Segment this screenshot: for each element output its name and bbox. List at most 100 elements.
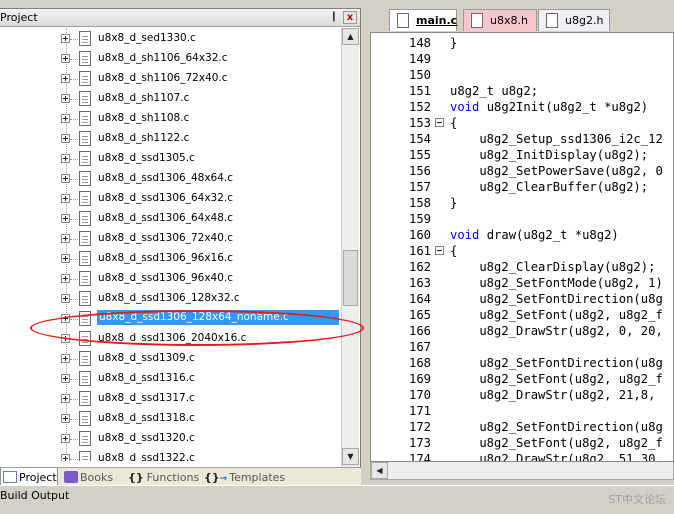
- tree-item[interactable]: u8x8_d_ssd1309.c: [0, 349, 339, 369]
- tree-item[interactable]: u8x8_d_ssd1306_72x40.c: [0, 229, 339, 249]
- tab-main-c[interactable]: main.c: [389, 9, 457, 31]
- expand-icon[interactable]: [61, 274, 70, 283]
- tree-connector: [70, 299, 78, 300]
- line-number: 171: [408, 404, 431, 418]
- tree-item[interactable]: u8x8_d_ssd1322.c: [0, 449, 339, 461]
- code-line: 159: [371, 211, 673, 227]
- tree-item[interactable]: u8x8_d_ssd1305.c: [0, 149, 339, 169]
- expand-icon[interactable]: [61, 434, 70, 443]
- scroll-down-button[interactable]: ▼: [342, 448, 359, 465]
- fold-toggle-icon[interactable]: [435, 246, 444, 255]
- expand-icon[interactable]: [61, 234, 70, 243]
- tree-item[interactable]: u8x8_d_sh1108.c: [0, 109, 339, 129]
- expand-icon[interactable]: [61, 114, 70, 123]
- tab-u8g2-h-label: u8g2.h: [565, 14, 604, 27]
- expand-icon[interactable]: [61, 54, 70, 63]
- line-number: 168: [408, 356, 431, 370]
- expand-icon[interactable]: [61, 374, 70, 383]
- tree-connector: [70, 359, 78, 360]
- tree-item[interactable]: u8x8_d_ssd1306_64x48.c: [0, 209, 339, 229]
- c-file-icon: [79, 371, 91, 386]
- tree-item[interactable]: u8x8_d_ssd1306_96x40.c: [0, 269, 339, 289]
- code-text: {: [450, 116, 458, 130]
- expand-icon[interactable]: [61, 154, 70, 163]
- expand-icon[interactable]: [61, 254, 70, 263]
- tree-item[interactable]: u8x8_d_sh1106_72x40.c: [0, 69, 339, 89]
- pin-icon[interactable]: ❙: [330, 11, 338, 22]
- line-number: 172: [408, 420, 431, 434]
- tree-item[interactable]: u8x8_d_sh1122.c: [0, 129, 339, 149]
- tree-item[interactable]: u8x8_d_ssd1306_128x32.c: [0, 289, 339, 309]
- tree-item[interactable]: u8x8_d_ssd1320.c: [0, 429, 339, 449]
- tree-item[interactable]: u8x8_d_sh1107.c: [0, 89, 339, 109]
- tree-item[interactable]: u8x8_d_ssd1318.c: [0, 409, 339, 429]
- code-text: u8g2_SetFontDirection(u8g: [450, 420, 663, 434]
- expand-icon[interactable]: [61, 174, 70, 183]
- build-output-title: Build Output: [0, 489, 70, 502]
- scroll-thumb[interactable]: [343, 250, 358, 306]
- expand-icon[interactable]: [61, 394, 70, 403]
- tab-u8g2-h[interactable]: u8g2.h: [538, 9, 610, 31]
- tree-connector: [70, 199, 78, 200]
- tree-item[interactable]: u8x8_d_ssd1317.c: [0, 389, 339, 409]
- expand-icon[interactable]: [61, 134, 70, 143]
- code-text: }: [450, 36, 458, 50]
- line-number: 169: [408, 372, 431, 386]
- line-number: 153: [408, 116, 431, 130]
- c-file-icon: [79, 171, 91, 186]
- c-file-icon: [79, 451, 91, 461]
- line-number: 174: [408, 452, 431, 462]
- tree-connector: [70, 279, 78, 280]
- line-number: 158: [408, 196, 431, 210]
- expand-icon[interactable]: [61, 94, 70, 103]
- tab-u8x8-h-label: u8x8.h: [490, 14, 528, 27]
- tree-connector: [70, 59, 78, 60]
- line-number: 150: [408, 68, 431, 82]
- expand-icon[interactable]: [61, 354, 70, 363]
- fold-toggle-icon[interactable]: [435, 118, 444, 127]
- tree-connector: [70, 159, 78, 160]
- tree-connector: [70, 139, 78, 140]
- tree-connector: [70, 239, 78, 240]
- c-file-icon: [79, 211, 91, 226]
- expand-icon[interactable]: [61, 34, 70, 43]
- tab-u8x8-h[interactable]: u8x8.h: [463, 9, 537, 31]
- code-text: u8g2_SetFontMode(u8g2, 1): [450, 276, 663, 290]
- tree-vertical-scrollbar[interactable]: ▲ ▼: [341, 28, 359, 467]
- project-pane: Project ❙ x u8x8_d_sed1330.c u8x8_d_sh110…: [0, 8, 364, 489]
- tab-main-c-label: main.c: [416, 14, 458, 27]
- tree-item-label: u8x8_d_ssd1309.c: [98, 352, 195, 364]
- project-pane-header: Project ❙ x: [0, 9, 360, 27]
- line-number: 155: [408, 148, 431, 162]
- code-editor[interactable]: 148} 149 150 151 u8g2_t u8g2; 152 void u8g2Ini…: [370, 32, 674, 462]
- scroll-left-button[interactable]: ◀: [371, 462, 388, 479]
- c-file-icon: [79, 91, 91, 106]
- line-number: 164: [408, 292, 431, 306]
- code-text: u8g2_t u8g2;: [450, 84, 539, 98]
- tree-item-label: u8x8_d_ssd1306_48x64.c: [98, 172, 234, 184]
- code-text: {: [450, 244, 458, 258]
- scroll-up-button[interactable]: ▲: [342, 28, 359, 45]
- expand-icon[interactable]: [61, 454, 70, 461]
- tree-connector: [70, 399, 78, 400]
- expand-icon[interactable]: [61, 214, 70, 223]
- code-text: void draw(u8g2_t *u8g2): [450, 228, 619, 242]
- c-file-icon: [79, 151, 91, 166]
- expand-icon[interactable]: [61, 294, 70, 303]
- c-file-icon: [79, 351, 91, 366]
- tree-item[interactable]: u8x8_d_ssd1316.c: [0, 369, 339, 389]
- tree-connector: [70, 99, 78, 100]
- expand-icon[interactable]: [61, 414, 70, 423]
- close-pane-button[interactable]: x: [343, 11, 357, 24]
- tree-item[interactable]: u8x8_d_sh1106_64x32.c: [0, 49, 339, 69]
- editor-horizontal-scrollbar[interactable]: ◀: [370, 462, 674, 480]
- expand-icon[interactable]: [61, 194, 70, 203]
- tree-item[interactable]: u8x8_d_sed1330.c: [0, 29, 339, 49]
- code-line: 156 u8g2_SetPowerSave(u8g2, 0: [371, 163, 673, 179]
- tree-item[interactable]: u8x8_d_ssd1306_64x32.c: [0, 189, 339, 209]
- build-output-bar: Build Output ST中文论坛: [0, 485, 674, 507]
- tree-item[interactable]: u8x8_d_ssd1306_48x64.c: [0, 169, 339, 189]
- expand-icon[interactable]: [61, 74, 70, 83]
- tree-item[interactable]: u8x8_d_ssd1306_96x16.c: [0, 249, 339, 269]
- project-pane-title: Project: [0, 11, 38, 24]
